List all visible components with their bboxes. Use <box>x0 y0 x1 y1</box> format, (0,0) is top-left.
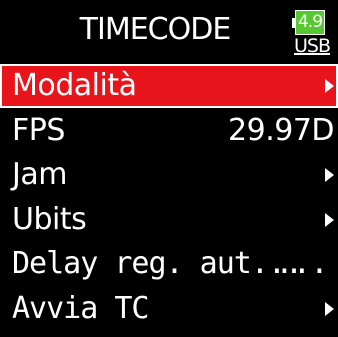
power-source-label: USB <box>294 35 331 57</box>
chevron-right-icon <box>325 301 334 316</box>
timecode-screen: TIMECODE 4.9 USB Modalità FPS 29.97D Jam… <box>0 0 338 337</box>
chevron-right-icon <box>325 212 334 227</box>
menu-item-label: FPS <box>12 112 65 148</box>
page-title: TIMECODE <box>79 12 232 47</box>
menu-item-label: Ubits <box>12 201 87 237</box>
menu-item-delay-reg-aut[interactable]: Delay reg. aut... ... <box>0 242 338 286</box>
menu-item-ubits[interactable]: Ubits <box>0 198 338 242</box>
chevron-right-icon <box>325 79 334 93</box>
title-bar: TIMECODE 4.9 USB <box>0 0 338 60</box>
menu-item-label: Avvia TC <box>12 290 149 326</box>
battery-voltage: 4.9 <box>297 12 323 32</box>
menu-item-modalita[interactable]: Modalità <box>0 64 338 108</box>
menu-item-avvia-tc[interactable]: Avvia TC <box>0 287 338 331</box>
menu-item-label: Jam <box>12 157 67 192</box>
menu-item-value: 29.97D <box>228 112 334 148</box>
menu-item-label: Delay reg. aut... <box>12 246 303 281</box>
menu-item-fps[interactable]: FPS 29.97D <box>0 109 338 153</box>
menu-item-value: ... <box>275 246 328 281</box>
timecode-menu: Modalità FPS 29.97D Jam Ubits Delay reg.… <box>0 64 338 331</box>
battery-indicator: 4.9 USB <box>292 5 332 57</box>
menu-item-label: Modalità <box>12 68 137 103</box>
menu-item-jam[interactable]: Jam <box>0 153 338 197</box>
chevron-right-icon <box>325 168 334 182</box>
